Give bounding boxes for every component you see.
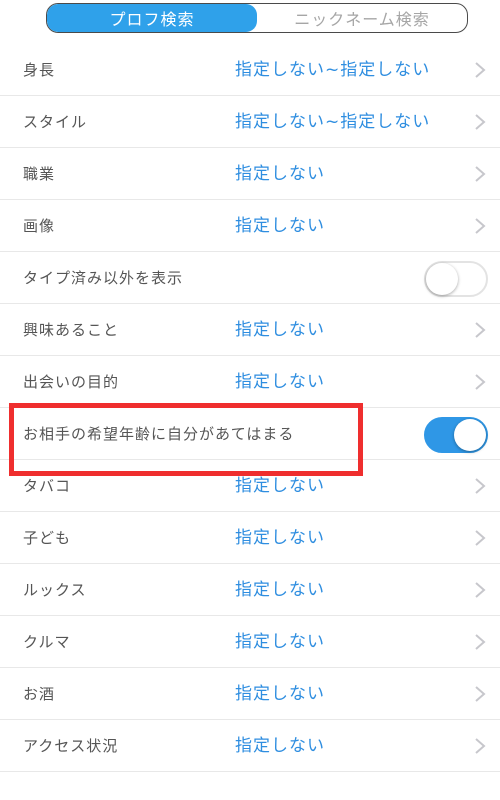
row-car[interactable]: クルマ 指定しない: [0, 616, 500, 668]
row-value: 指定しない: [235, 476, 325, 496]
row-label: 画像: [23, 217, 56, 235]
row-label: お酒: [23, 685, 56, 703]
row-label: 出会いの目的: [23, 373, 120, 391]
toggle-knob: [454, 419, 486, 451]
row-label: 興味あること: [23, 321, 120, 339]
row-tobacco[interactable]: タバコ 指定しない: [0, 460, 500, 512]
row-label: スタイル: [23, 113, 88, 131]
row-value: 指定しない: [235, 736, 325, 756]
row-height[interactable]: 身長 指定しない~指定しない: [0, 44, 500, 96]
chevron-right-icon: [475, 738, 486, 754]
row-label: タバコ: [23, 477, 72, 495]
row-value: 指定しない~指定しない: [235, 60, 431, 80]
row-value: 指定しない: [235, 164, 325, 184]
chevron-right-icon: [475, 218, 486, 234]
row-label: 子ども: [23, 529, 72, 547]
row-label: アクセス状況: [23, 737, 119, 755]
row-alcohol[interactable]: お酒 指定しない: [0, 668, 500, 720]
show-non-typed-toggle[interactable]: [424, 261, 488, 297]
chevron-right-icon: [475, 62, 486, 78]
match-desired-age-toggle[interactable]: [424, 417, 488, 453]
row-occupation[interactable]: 職業 指定しない: [0, 148, 500, 200]
chevron-right-icon: [475, 166, 486, 182]
row-value: 指定しない: [235, 372, 325, 392]
row-match-desired-age: お相手の希望年齢に自分があてはまる: [0, 408, 500, 460]
row-label: 職業: [23, 165, 56, 183]
row-value: 指定しない: [235, 216, 325, 236]
row-value: 指定しない: [235, 580, 325, 600]
search-condition-list: 身長 指定しない~指定しない スタイル 指定しない~指定しない 職業 指定しない…: [0, 44, 500, 772]
chevron-right-icon: [475, 686, 486, 702]
row-value: 指定しない: [235, 320, 325, 340]
row-value: 指定しない: [235, 528, 325, 548]
chevron-right-icon: [475, 322, 486, 338]
row-meeting-purpose[interactable]: 出会いの目的 指定しない: [0, 356, 500, 408]
row-interests[interactable]: 興味あること 指定しない: [0, 304, 500, 356]
chevron-right-icon: [475, 634, 486, 650]
chevron-right-icon: [475, 114, 486, 130]
row-access-status[interactable]: アクセス状況 指定しない: [0, 720, 500, 772]
chevron-right-icon: [475, 478, 486, 494]
row-label: クルマ: [23, 633, 71, 651]
chevron-right-icon: [475, 374, 486, 390]
tab-profile-search[interactable]: プロフ検索: [47, 4, 257, 32]
chevron-right-icon: [475, 582, 486, 598]
row-image[interactable]: 画像 指定しない: [0, 200, 500, 252]
row-show-non-typed: タイプ済み以外を表示: [0, 252, 500, 304]
row-children[interactable]: 子ども 指定しない: [0, 512, 500, 564]
chevron-right-icon: [475, 530, 486, 546]
row-label: 身長: [23, 61, 56, 79]
row-label: ルックス: [23, 581, 87, 599]
tab-nickname-search[interactable]: ニックネーム検索: [257, 4, 467, 32]
toggle-knob: [426, 263, 458, 295]
row-value: 指定しない: [235, 684, 325, 704]
row-label: お相手の希望年齢に自分があてはまる: [23, 425, 295, 443]
row-value: 指定しない: [235, 632, 325, 652]
row-value: 指定しない~指定しない: [235, 112, 431, 132]
row-looks[interactable]: ルックス 指定しない: [0, 564, 500, 616]
search-mode-segmented-control: プロフ検索 ニックネーム検索: [46, 3, 468, 33]
row-style[interactable]: スタイル 指定しない~指定しない: [0, 96, 500, 148]
row-label: タイプ済み以外を表示: [23, 269, 184, 287]
